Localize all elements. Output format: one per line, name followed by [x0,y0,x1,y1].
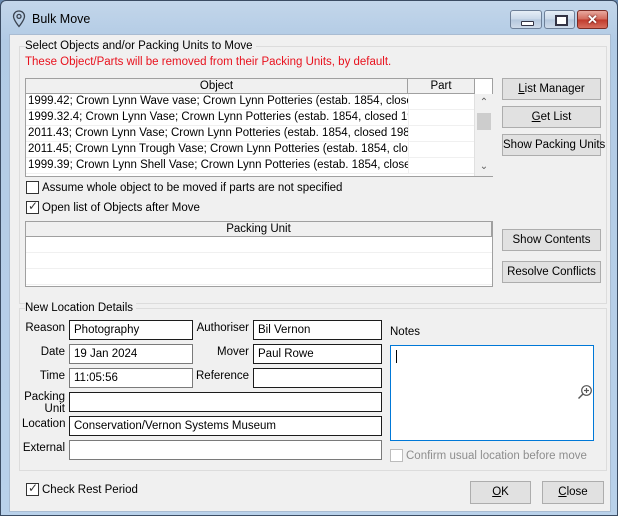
location-pin-icon [12,10,26,28]
zoom-in-icon[interactable] [577,384,593,400]
part-cell[interactable] [408,110,474,125]
column-header-object[interactable]: Object [26,79,408,94]
packing-unit-field[interactable] [69,392,382,412]
ok-button[interactable]: OK [470,481,531,504]
object-cell[interactable]: 1999.39; Crown Lynn Shell Vase; Crown Ly… [26,158,408,173]
external-field[interactable] [69,440,382,460]
scroll-down-arrow-icon[interactable]: ⌄ [475,160,493,174]
minimize-button[interactable] [510,10,542,29]
close-button[interactable]: Close [542,481,604,504]
get-list-button[interactable]: Get List [502,106,601,128]
show-packing-units-button[interactable]: Show Packing Units [502,134,605,156]
title-bar[interactable]: Bulk Move ✕ [1,1,617,35]
list-manager-button[interactable]: List Manager [502,78,601,100]
mover-field[interactable]: Paul Rowe [253,344,382,364]
notes-label: Notes [390,326,421,338]
new-location-group-title: New Location Details [25,302,137,314]
resolve-conflicts-button[interactable]: Resolve Conflicts [502,261,601,283]
close-window-button[interactable]: ✕ [577,10,608,29]
objects-grid[interactable]: Object Part 1999.42; Crown Lynn Wave vas… [25,78,493,177]
date-label: Date [40,346,65,358]
table-row[interactable] [26,269,492,285]
packing-unit-grid[interactable]: Packing Unit [25,221,493,287]
column-header-part[interactable]: Part [408,79,475,94]
object-cell[interactable]: 2011.45; Crown Lynn Trough Vase; Crown L… [26,142,408,157]
checkbox-box[interactable] [26,181,39,194]
minimize-icon [521,21,534,26]
location-field[interactable]: Conservation/Vernon Systems Museum [69,416,382,436]
reason-label: Reason [25,322,65,334]
close-icon: ✕ [587,12,598,27]
maximize-icon [555,15,568,26]
maximize-button[interactable] [544,10,575,29]
scroll-thumb[interactable] [477,113,491,130]
time-label: Time [39,370,65,382]
select-objects-group-title: Select Objects and/or Packing Units to M… [25,40,256,52]
checkbox-box[interactable] [390,449,403,462]
reference-field[interactable] [253,368,382,388]
part-cell[interactable] [408,94,474,109]
part-cell[interactable] [408,142,474,157]
scroll-up-arrow-icon[interactable]: ⌃ [475,96,493,110]
mover-label: Mover [217,346,249,358]
notes-textarea[interactable] [390,345,594,441]
text-caret [396,350,397,363]
window-title: Bulk Move [32,12,91,26]
date-field[interactable]: 19 Jan 2024 [69,344,193,364]
show-contents-button[interactable]: Show Contents [502,229,601,251]
object-cell[interactable]: 1999.42; Crown Lynn Wave vase; Crown Lyn… [26,94,408,109]
table-row[interactable] [26,253,492,269]
authoriser-field[interactable]: Bil Vernon [253,320,382,340]
packing-unit-label-line2: Unit [44,403,65,415]
checkbox-box[interactable]: ✓ [26,481,39,496]
part-cell[interactable] [408,158,474,173]
object-cell[interactable]: 2011.43; Crown Lynn Vase; Crown Lynn Pot… [26,126,408,141]
location-label: Location [22,418,66,430]
checkbox-box[interactable]: ✓ [26,199,39,214]
removal-warning: These Object/Parts will be removed from … [25,56,392,68]
bulk-move-window: Bulk Move ✕ Select Objects and/or Packin… [0,0,618,516]
table-row[interactable] [26,237,492,253]
checkmark-icon: ✓ [28,199,39,213]
reason-field[interactable]: Photography [69,320,193,340]
table-row[interactable]: 1999.42; Crown Lynn Wave vase; Crown Lyn… [26,94,474,110]
reference-label: Reference [196,370,250,382]
table-row[interactable]: 1999.39; Crown Lynn Shell Vase; Crown Ly… [26,158,474,174]
table-row[interactable]: 2011.45; Crown Lynn Trough Vase; Crown L… [26,142,474,158]
column-header-packing-unit[interactable]: Packing Unit [26,222,492,237]
part-cell[interactable] [408,126,474,141]
table-row[interactable]: 2011.43; Crown Lynn Vase; Crown Lynn Pot… [26,126,474,142]
objects-grid-scrollbar[interactable]: ⌃ ⌄ [474,94,493,176]
authoriser-label: Authoriser [196,322,249,334]
external-label: External [22,442,65,454]
dialog-client-area: Select Objects and/or Packing Units to M… [9,34,611,512]
checkmark-icon: ✓ [28,481,39,495]
time-field[interactable]: 11:05:56 [69,368,193,388]
table-row[interactable]: 1999.32.4; Crown Lynn Vase; Crown Lynn P… [26,110,474,126]
object-cell[interactable]: 1999.32.4; Crown Lynn Vase; Crown Lynn P… [26,110,408,125]
